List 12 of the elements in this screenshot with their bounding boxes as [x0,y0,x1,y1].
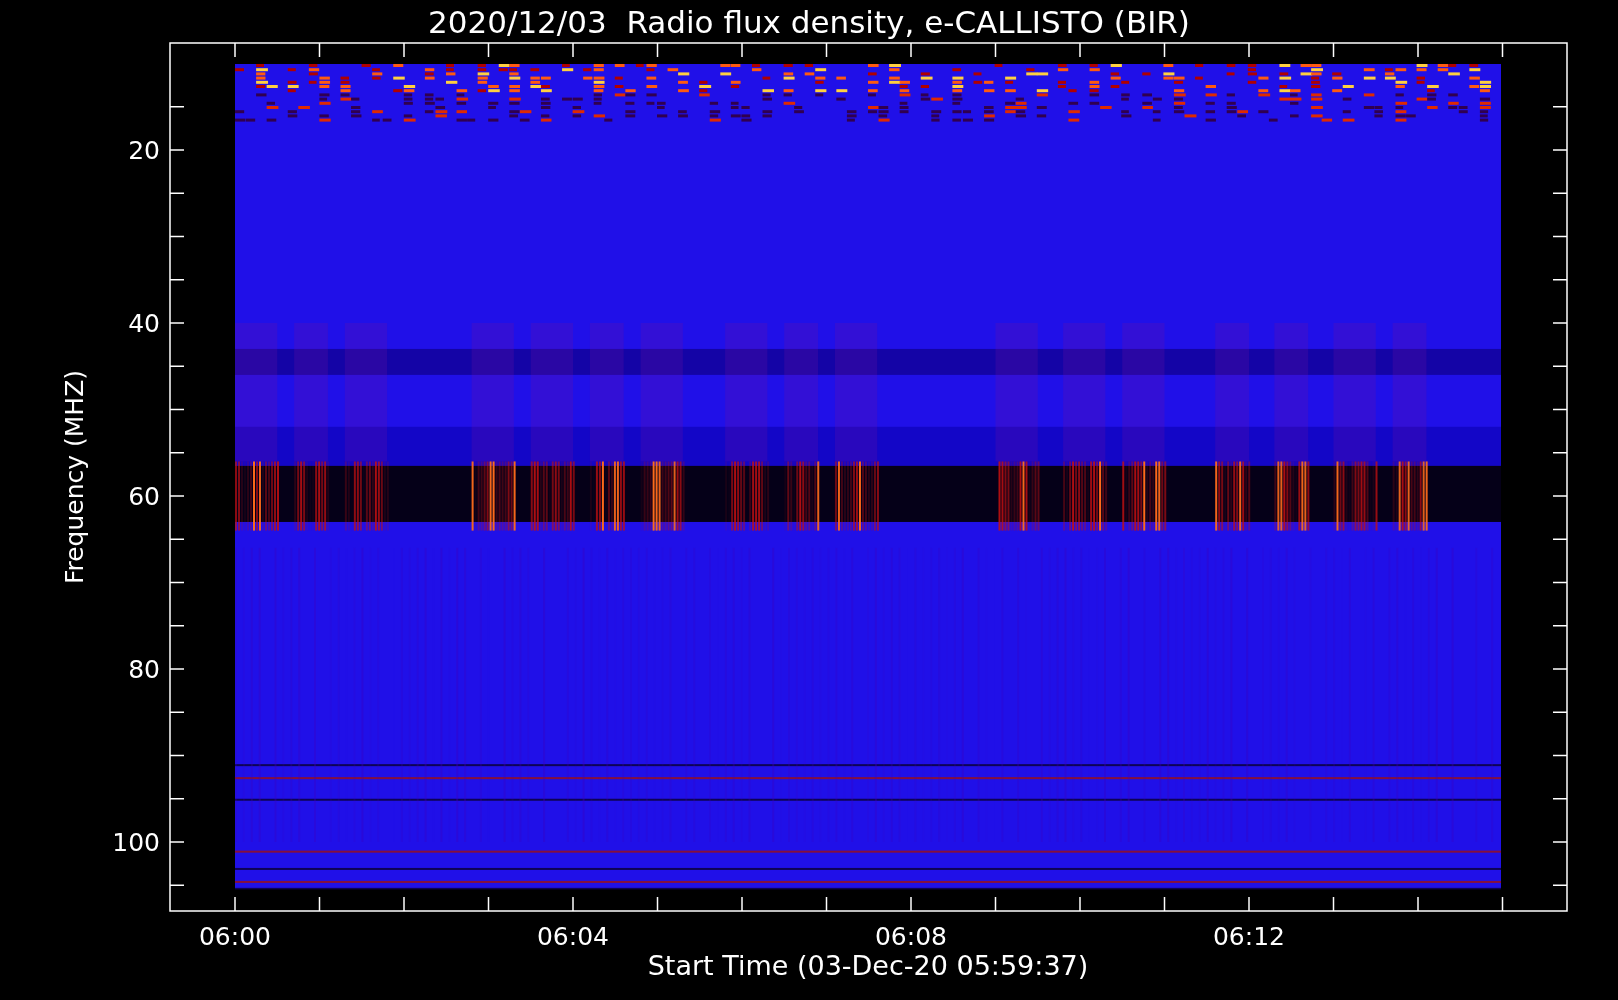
y-axis-label: Frequency (MHZ) [60,369,89,585]
y-tick-label: 100 [112,828,160,857]
chart-title: 2020/12/03 Radio flux density, e-CALLISTO (BIR) [428,4,1190,40]
y-tick-label: 80 [128,655,160,684]
x-tick-label: 06:12 [1213,922,1285,951]
y-tick-label: 20 [128,136,160,165]
x-axis-label: Start Time (03-Dec-20 05:59:37) [647,950,1089,981]
x-tick-label: 06:00 [199,922,271,951]
x-tick-label: 06:08 [875,922,947,951]
y-tick-label: 60 [128,482,160,511]
x-tick-label: 06:04 [537,922,609,951]
y-tick-label: 40 [128,309,160,338]
